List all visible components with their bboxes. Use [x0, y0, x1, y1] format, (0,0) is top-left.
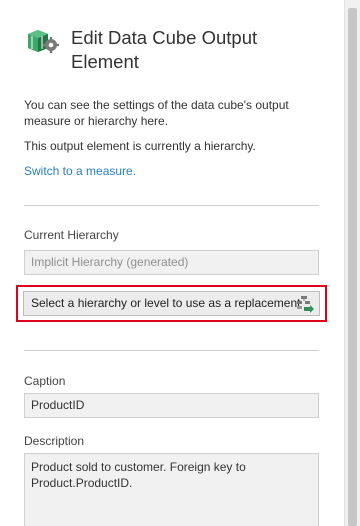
scrollbar-thumb[interactable]	[348, 8, 357, 526]
edit-output-element-panel: Edit Data Cube Output Element You can se…	[0, 0, 344, 526]
intro-status: This output element is currently a hiera…	[24, 139, 256, 153]
current-hierarchy-label: Current Hierarchy	[24, 228, 119, 242]
hierarchy-replace-icon	[297, 296, 314, 313]
select-replacement-button[interactable]: Select a hierarchy or level to use as a …	[23, 291, 320, 316]
caption-label: Caption	[24, 374, 66, 388]
section-divider-top	[24, 205, 319, 206]
caption-field[interactable]: ProductID	[24, 393, 319, 418]
description-label: Description	[24, 434, 85, 448]
section-divider-bottom	[24, 350, 319, 351]
data-cube-settings-icon	[28, 30, 59, 53]
intro-description: You can see the settings of the data cub…	[24, 98, 289, 128]
switch-to-measure-link[interactable]: Switch to a measure.	[24, 164, 136, 178]
select-replacement-label: Select a hierarchy or level to use as a …	[31, 296, 301, 310]
current-hierarchy-field: Implicit Hierarchy (generated)	[24, 250, 319, 275]
vertical-scrollbar[interactable]	[344, 0, 360, 526]
description-field[interactable]: Product sold to customer. Foreign key to…	[24, 453, 319, 526]
page-title: Edit Data Cube Output Element	[71, 27, 258, 72]
